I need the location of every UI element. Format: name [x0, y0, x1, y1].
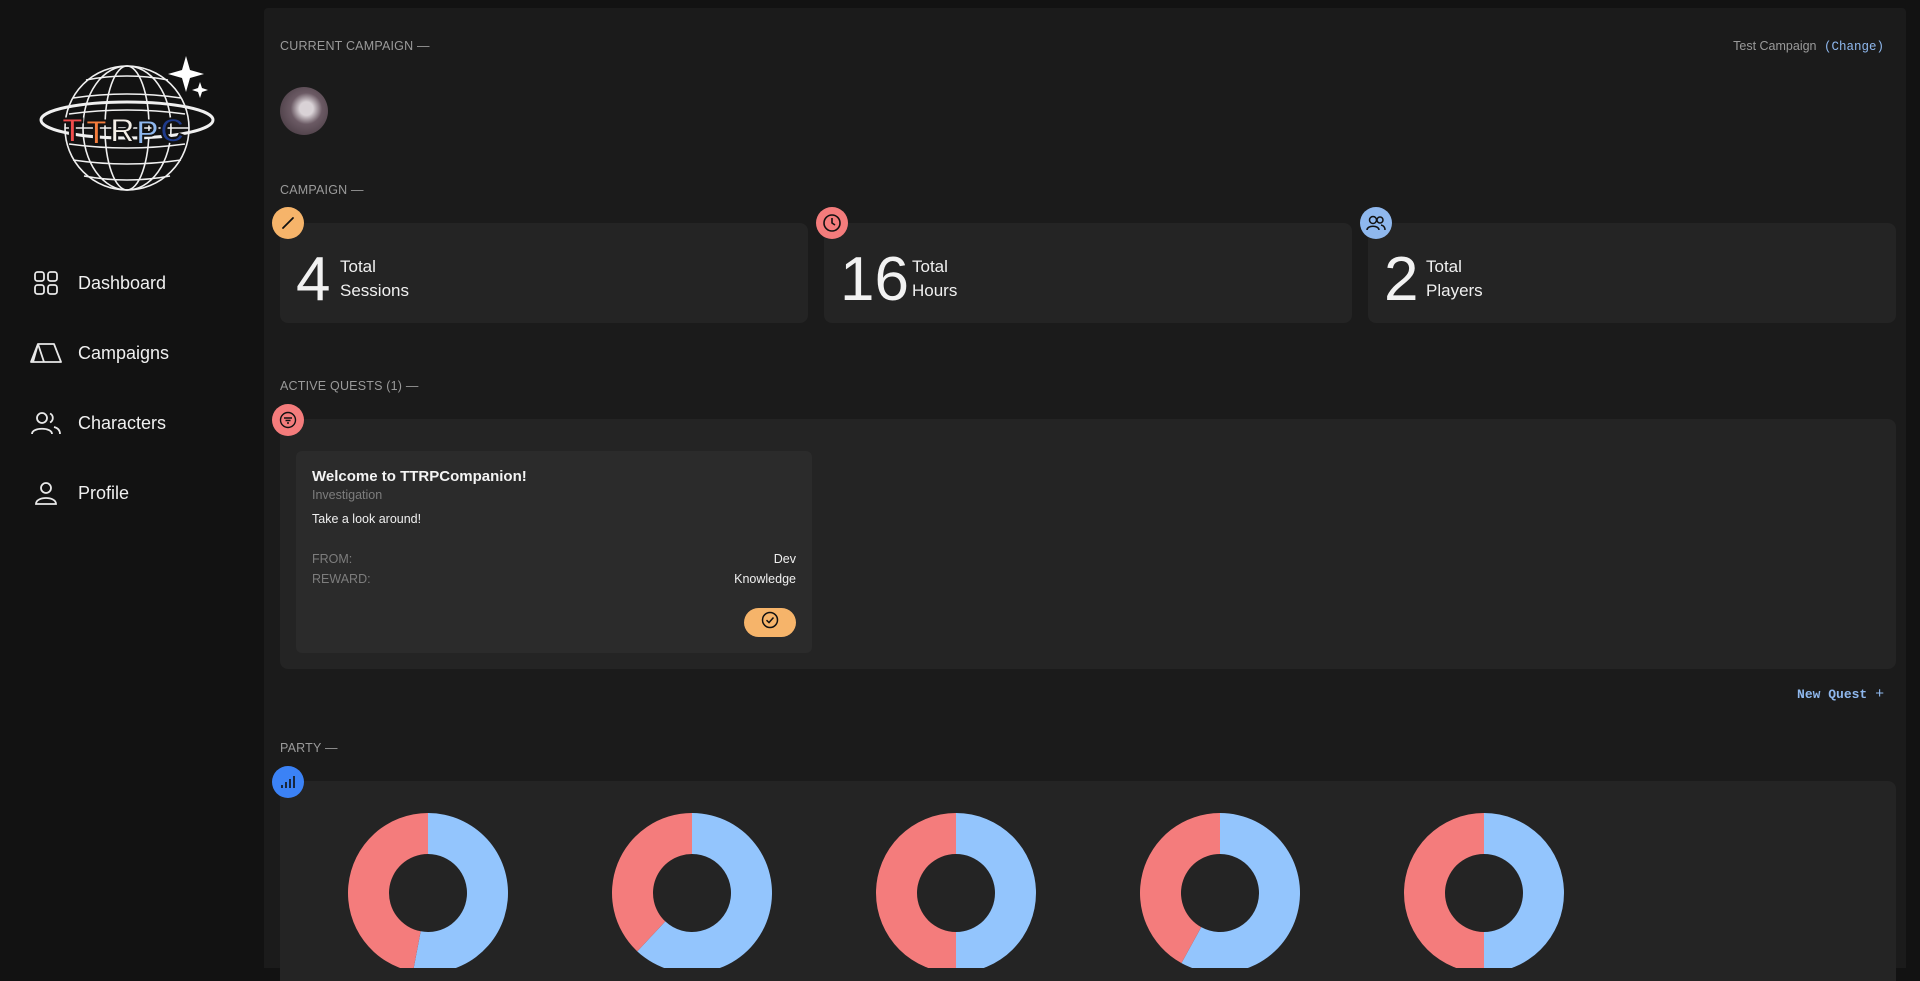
stat-label-line1: Total: [1426, 257, 1462, 276]
donut-slice-red: [347, 813, 428, 972]
party-donut-4[interactable]: [1140, 813, 1300, 973]
quest-type: Investigation: [312, 488, 383, 502]
tent-icon: [30, 337, 62, 369]
svg-text:T: T: [62, 112, 83, 150]
clock-icon: [816, 207, 848, 239]
stat-card-sessions: 4 Total Sessions: [280, 223, 808, 323]
campaign-name: Test Campaign: [1733, 39, 1817, 53]
new-quest-button[interactable]: New Quest +: [1797, 685, 1884, 702]
party-donut-1[interactable]: [347, 813, 508, 973]
stat-value: 2: [1384, 245, 1419, 314]
filter-icon: [272, 404, 304, 436]
new-quest-label: New Quest: [1797, 687, 1868, 702]
quest-from-label: FROM:: [312, 552, 353, 566]
avatar[interactable]: [280, 87, 328, 135]
current-campaign-info: Test Campaign (Change): [1733, 39, 1884, 54]
donut-slice-red: [1404, 813, 1484, 973]
current-campaign-label: CURRENT CAMPAIGN —: [280, 39, 430, 53]
quest-title: Welcome to TTRPCompanion!: [312, 468, 527, 485]
pencil-icon: [272, 207, 304, 239]
donut-slice-blue: [956, 813, 1036, 973]
grid-icon: [30, 267, 62, 299]
app-logo[interactable]: T T R P C: [36, 52, 222, 200]
plus-icon: +: [1875, 685, 1884, 702]
party-donut-5[interactable]: [1404, 813, 1564, 973]
quest-from-value: Dev: [773, 552, 796, 566]
user-icon: [30, 477, 62, 509]
party-charts: [347, 813, 1564, 973]
sidebar-item-campaigns[interactable]: Campaigns: [30, 318, 169, 388]
sidebar-item-label: Campaigns: [78, 342, 170, 363]
quest-from-row: FROM: Dev: [312, 552, 796, 566]
party-donut-3[interactable]: [876, 813, 1036, 973]
sidebar-item-label: Profile: [78, 482, 130, 503]
quest-reward-label: REWARD:: [312, 572, 371, 586]
stat-label-line2: Sessions: [340, 281, 409, 300]
stat-value: 16: [840, 245, 909, 314]
stat-card-players: 2 Total Players: [1368, 223, 1896, 323]
campaign-label: CAMPAIGN —: [280, 183, 364, 197]
check-circle-icon: [761, 611, 779, 634]
sidebar-item-profile[interactable]: Profile: [30, 458, 169, 528]
stat-label-line1: Total: [912, 257, 948, 276]
donut-slice-blue: [1484, 813, 1564, 973]
sidebar-item-dashboard[interactable]: Dashboard: [30, 248, 169, 318]
party-label: PARTY —: [280, 741, 338, 755]
sidebar: T T R P C Dashboard Campaigns Characters…: [0, 0, 264, 968]
active-quests-label: ACTIVE QUESTS (1) —: [280, 379, 419, 393]
quest-description: Take a look around!: [312, 512, 422, 526]
quest-reward-value: Knowledge: [734, 572, 796, 586]
sidebar-item-label: Characters: [78, 412, 167, 433]
sidebar-nav: Dashboard Campaigns Characters Profile: [30, 248, 169, 528]
users-icon: [30, 407, 62, 439]
complete-quest-button[interactable]: [744, 608, 796, 637]
stat-label-line2: Hours: [912, 281, 958, 300]
donut-slice-red: [876, 813, 956, 973]
svg-text:T: T: [86, 114, 107, 152]
svg-text:R: R: [110, 112, 135, 150]
stat-card-hours: 16 Total Hours: [824, 223, 1352, 323]
users-icon: [1360, 207, 1392, 239]
party-panel: [280, 781, 1896, 981]
change-campaign-link[interactable]: (Change): [1824, 40, 1884, 54]
svg-text:P: P: [136, 114, 159, 152]
quest-reward-row: REWARD: Knowledge: [312, 572, 796, 586]
party-donut-2[interactable]: [612, 813, 773, 973]
stat-label-line1: Total: [340, 257, 376, 276]
sidebar-item-label: Dashboard: [78, 272, 167, 293]
stat-value: 4: [296, 245, 331, 314]
quest-card[interactable]: Welcome to TTRPCompanion! Investigation …: [296, 451, 812, 653]
main-content: CURRENT CAMPAIGN — Test Campaign (Change…: [264, 8, 1906, 981]
sidebar-item-characters[interactable]: Characters: [30, 388, 169, 458]
svg-text:C: C: [160, 112, 185, 150]
bar-chart-icon: [272, 766, 304, 798]
stat-label-line2: Players: [1426, 281, 1483, 300]
